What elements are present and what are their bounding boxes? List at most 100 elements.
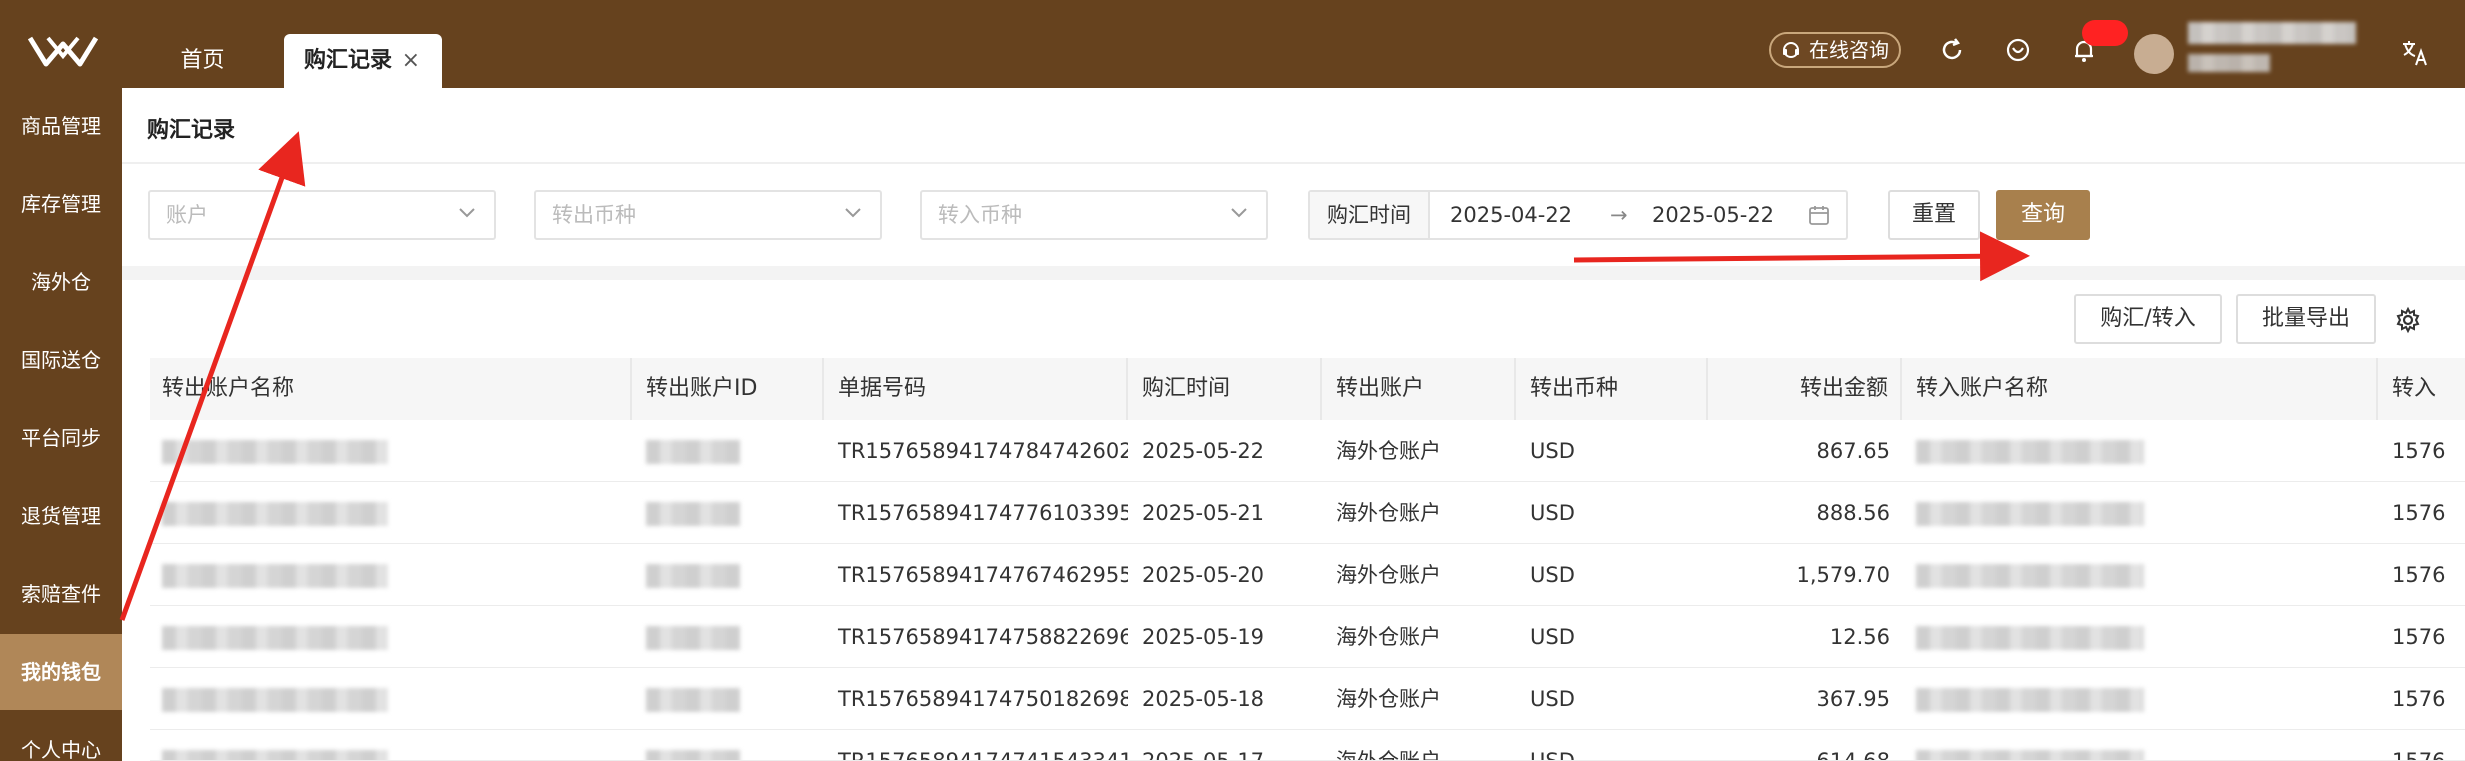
table-row[interactable]: TR157658941747761033950 2025-05-21 海外仓账户… bbox=[150, 482, 2465, 544]
sidebar-item-international-delivery[interactable]: 国际送仓 bbox=[0, 322, 122, 398]
sidebar-item-returns[interactable]: 退货管理 bbox=[0, 478, 122, 554]
out-account-cell: 海外仓账户 bbox=[1336, 439, 1441, 463]
redacted-cell bbox=[646, 750, 740, 760]
sidebar: 商品管理 库存管理 海外仓 国际送仓 平台同步 退货管理 索赔查件 我的钱包 个… bbox=[0, 88, 122, 761]
column-header: 转入 bbox=[2392, 376, 2437, 401]
tab-home-label: 首页 bbox=[180, 48, 225, 73]
out-account-cell: 海外仓账户 bbox=[1336, 563, 1441, 587]
notification-badge bbox=[2082, 20, 2128, 46]
amount-cell: 12.56 bbox=[1829, 625, 1890, 649]
redacted-cell bbox=[1916, 440, 2144, 464]
time-cell: 2025-05-20 bbox=[1142, 563, 1265, 587]
heart-icon[interactable] bbox=[2004, 36, 2032, 64]
sidebar-item-label: 海外仓 bbox=[31, 270, 91, 294]
redacted-cell bbox=[162, 688, 388, 712]
table-row[interactable]: TR157658941747674629553 2025-05-20 海外仓账户… bbox=[150, 544, 2465, 606]
redacted-cell bbox=[1916, 502, 2144, 526]
out-account-cell: 海外仓账户 bbox=[1336, 625, 1441, 649]
username-redacted bbox=[2188, 22, 2356, 44]
online-consult-button[interactable]: 在线咨询 bbox=[1769, 32, 1901, 68]
sidebar-item-label: 个人中心 bbox=[21, 738, 101, 761]
reset-button[interactable]: 重置 bbox=[1888, 190, 1980, 240]
sidebar-item-label: 平台同步 bbox=[21, 426, 101, 450]
date-range-picker[interactable]: 购汇时间 2025-04-22 → 2025-05-22 bbox=[1308, 190, 1848, 240]
time-cell: 2025-05-19 bbox=[1142, 625, 1265, 649]
column-header: 转出账户名称 bbox=[150, 358, 632, 420]
user-info-redacted bbox=[2188, 54, 2270, 72]
redacted-cell bbox=[1916, 626, 2144, 650]
column-header: 购汇时间 bbox=[1130, 358, 1322, 420]
column-header: 转出账户ID bbox=[634, 358, 824, 420]
redacted-cell bbox=[1916, 564, 2144, 588]
currency-cell: USD bbox=[1530, 625, 1575, 649]
in-id-cell: 1576 bbox=[2392, 501, 2446, 525]
table-row[interactable]: TR157658941747588226960 2025-05-19 海外仓账户… bbox=[150, 606, 2465, 668]
time-cell: 2025-05-17 bbox=[1142, 749, 1265, 761]
sidebar-item-wallet[interactable]: 我的钱包 bbox=[0, 634, 122, 710]
time-cell: 2025-05-18 bbox=[1142, 687, 1265, 711]
sidebar-item-label: 我的钱包 bbox=[21, 660, 101, 684]
redacted-cell bbox=[162, 626, 388, 650]
out-account-cell: 海外仓账户 bbox=[1336, 501, 1441, 525]
arrow-right-icon: → bbox=[1610, 203, 1628, 227]
doc-number-cell: TR157658941747674629553 bbox=[838, 563, 1128, 587]
in-id-cell: 1576 bbox=[2392, 625, 2446, 649]
brand-logo[interactable] bbox=[28, 34, 98, 70]
headset-icon bbox=[1783, 42, 1799, 58]
redacted-cell bbox=[162, 440, 388, 464]
out-currency-select[interactable]: 转出币种 bbox=[534, 190, 882, 240]
in-id-cell: 1576 bbox=[2392, 563, 2446, 587]
batch-export-button[interactable]: 批量导出 bbox=[2236, 294, 2376, 344]
close-icon[interactable]: × bbox=[402, 34, 420, 88]
column-header: 转出账户 bbox=[1324, 358, 1516, 420]
time-cell: 2025-05-22 bbox=[1142, 439, 1265, 463]
account-select[interactable]: 账户 bbox=[148, 190, 496, 240]
currency-cell: USD bbox=[1530, 687, 1575, 711]
amount-cell: 867.65 bbox=[1816, 439, 1890, 463]
main-content: 购汇记录 账户 转出币种 转入币种 购汇时间 2025-04-22 → 2025… bbox=[122, 88, 2465, 761]
sidebar-item-inventory[interactable]: 库存管理 bbox=[0, 166, 122, 242]
redacted-cell bbox=[162, 564, 388, 588]
sidebar-item-platform-sync[interactable]: 平台同步 bbox=[0, 400, 122, 476]
out-account-cell: 海外仓账户 bbox=[1336, 687, 1441, 711]
time-cell: 2025-05-21 bbox=[1142, 501, 1265, 525]
gear-icon[interactable] bbox=[2394, 306, 2422, 334]
sidebar-item-label: 商品管理 bbox=[21, 114, 101, 138]
chevron-down-icon bbox=[1231, 208, 1247, 218]
sidebar-item-overseas-warehouse[interactable]: 海外仓 bbox=[0, 244, 122, 320]
page-title: 购汇记录 bbox=[147, 118, 236, 143]
tab-exchange-records[interactable]: 购汇记录 × bbox=[284, 34, 442, 88]
in-currency-select[interactable]: 转入币种 bbox=[920, 190, 1268, 240]
sidebar-item-label: 库存管理 bbox=[21, 192, 101, 216]
currency-cell: USD bbox=[1530, 563, 1575, 587]
redacted-cell bbox=[1916, 688, 2144, 712]
in-id-cell: 1576 bbox=[2392, 749, 2446, 761]
doc-number-cell: TR157658941747588226960 bbox=[838, 625, 1128, 649]
calendar-icon bbox=[1809, 206, 1829, 225]
sidebar-item-claims[interactable]: 索赔查件 bbox=[0, 556, 122, 632]
table-row[interactable]: TR157658941747415433411 2025-05-17 海外仓账户… bbox=[150, 730, 2465, 761]
divider bbox=[122, 162, 2465, 164]
buy-transfer-button[interactable]: 购汇/转入 bbox=[2074, 294, 2222, 344]
table-header: 转出账户名称 转出账户ID 单据号码 购汇时间 转出账户 转出币种 转出金额 转… bbox=[150, 358, 2465, 420]
currency-cell: USD bbox=[1530, 749, 1575, 761]
table-row[interactable]: TR157658941747847426026 2025-05-22 海外仓账户… bbox=[150, 420, 2465, 482]
tab-home[interactable]: 首页 bbox=[140, 34, 265, 88]
account-select-placeholder: 账户 bbox=[166, 203, 208, 227]
doc-number-cell: TR157658941747501826987 bbox=[838, 687, 1128, 711]
refresh-icon[interactable] bbox=[1938, 36, 1966, 64]
date-start-input[interactable]: 2025-04-22 bbox=[1450, 192, 1572, 238]
amount-cell: 614.68 bbox=[1816, 749, 1890, 761]
date-end-input[interactable]: 2025-05-22 bbox=[1652, 192, 1774, 238]
sidebar-item-products[interactable]: 商品管理 bbox=[0, 88, 122, 164]
sidebar-item-profile[interactable]: 个人中心 bbox=[0, 712, 122, 761]
translate-icon[interactable] bbox=[2400, 38, 2430, 68]
avatar[interactable] bbox=[2134, 34, 2174, 74]
query-button[interactable]: 查询 bbox=[1996, 190, 2090, 240]
section-divider bbox=[122, 266, 2465, 280]
currency-cell: USD bbox=[1530, 439, 1575, 463]
date-range-label: 购汇时间 bbox=[1310, 192, 1430, 238]
table-row[interactable]: TR157658941747501826987 2025-05-18 海外仓账户… bbox=[150, 668, 2465, 730]
sidebar-item-label: 索赔查件 bbox=[21, 582, 101, 606]
doc-number-cell: TR157658941747761033950 bbox=[838, 501, 1128, 525]
